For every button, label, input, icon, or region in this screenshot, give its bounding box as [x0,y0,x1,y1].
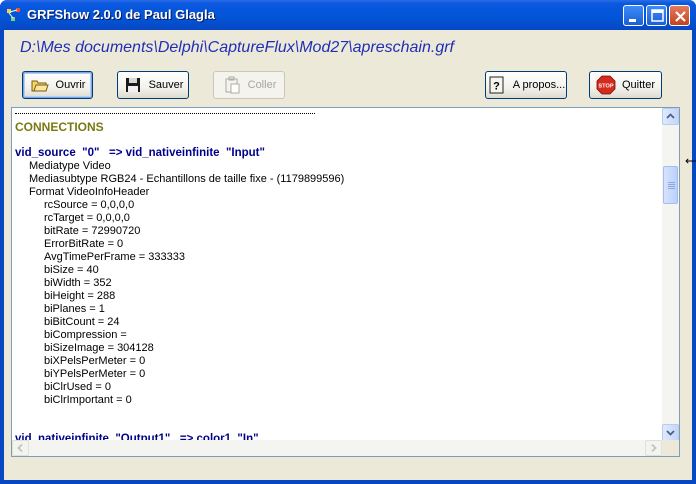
quit-button-label: Quitter [621,79,655,91]
open-button[interactable]: Ouvrir [22,71,93,99]
quit-button[interactable]: STOP Quitter [589,71,662,99]
app-window: GRFShow 2.0.0 de Paul Glagla D:\Mes docu… [0,0,696,484]
minimize-button[interactable] [623,5,644,26]
file-path-bar: D:\Mes documents\Delphi\CaptureFlux\Mod2… [4,30,692,60]
format-field: biClrImportant = 0 [44,394,132,406]
open-folder-icon [31,80,49,92]
scroll-left-button[interactable] [12,440,29,456]
file-path: D:\Mes documents\Delphi\CaptureFlux\Mod2… [20,39,454,56]
close-icon [675,11,686,22]
maximize-button[interactable] [646,5,667,26]
format-field: biSizeImage = 304128 [44,342,154,354]
minimize-icon [629,19,636,22]
save-button-label: Sauver [148,79,184,91]
format-field: ErrorBitRate = 0 [44,238,124,250]
format-field: bitRate = 72990720 [44,225,141,237]
dotted-separator [15,108,660,121]
format-field: AvgTimePerFrame = 333333 [44,251,185,263]
svg-text:STOP: STOP [598,84,613,90]
title-bar[interactable]: GRFShow 2.0.0 de Paul Glagla [0,0,696,30]
format-field: biPlanes = 1 [44,303,105,315]
format-field: biBitCount = 24 [44,316,120,328]
vertical-scrollbar[interactable] [662,108,679,441]
format-field: biCompression = [44,329,127,341]
window-frame-bottom [0,480,696,484]
maximize-icon [651,9,664,22]
format-field: biSize = 40 [44,264,99,276]
window-frame-right [692,30,696,484]
open-button-label: Ouvrir [55,79,86,91]
scroll-up-button[interactable] [662,108,679,125]
save-button[interactable]: Sauver [117,71,189,99]
window-title: GRFShow 2.0.0 de Paul Glagla [27,7,215,22]
format-field: rcTarget = 0,0,0,0 [44,212,130,224]
chevron-down-icon [666,430,675,436]
text-content: CONNECTIONS vid_source "0" => vid_native… [15,108,660,441]
chevron-right-icon [651,443,657,453]
graph-info-text[interactable]: CONNECTIONS vid_source "0" => vid_native… [11,107,680,457]
app-icon[interactable] [5,6,23,24]
format-field: biHeight = 288 [44,290,116,302]
format-line: Format VideoInfoHeader [29,186,150,198]
resize-cursor-icon: ⟷ [685,154,696,168]
scrollbar-corner [662,440,679,456]
horizontal-scrollbar[interactable] [12,440,662,456]
paste-button[interactable]: Coller [213,71,285,99]
format-field: biYPelsPerMeter = 0 [44,368,146,380]
about-button-label: A propos... [512,79,566,91]
chevron-left-icon [17,443,23,453]
svg-text:?: ? [493,81,500,93]
format-field: biClrUsed = 0 [44,381,111,393]
status-area [4,462,692,480]
section-header: CONNECTIONS [15,120,104,134]
scroll-right-button[interactable] [645,440,662,456]
format-field: biWidth = 352 [44,277,112,289]
chevron-up-icon [666,113,675,119]
floppy-disk-icon [125,78,140,92]
clipboard-icon [225,76,240,94]
paste-button-label: Coller [247,79,277,91]
close-button[interactable] [669,5,690,26]
about-button[interactable]: ? A propos... [485,71,567,99]
stop-sign-icon: STOP [596,75,616,95]
help-icon: ? [489,76,504,94]
format-field: rcSource = 0,0,0,0 [44,199,135,211]
mediatype-line: Mediatype Video [29,160,111,172]
mediasubtype-line: Mediasubtype RGB24 - Echantillons de tai… [29,173,345,185]
connection-line: vid_source "0" => vid_nativeinfinite "In… [15,147,265,159]
vertical-scroll-thumb[interactable] [663,166,678,204]
scroll-down-button[interactable] [662,424,679,441]
format-field: biXPelsPerMeter = 0 [44,355,146,367]
